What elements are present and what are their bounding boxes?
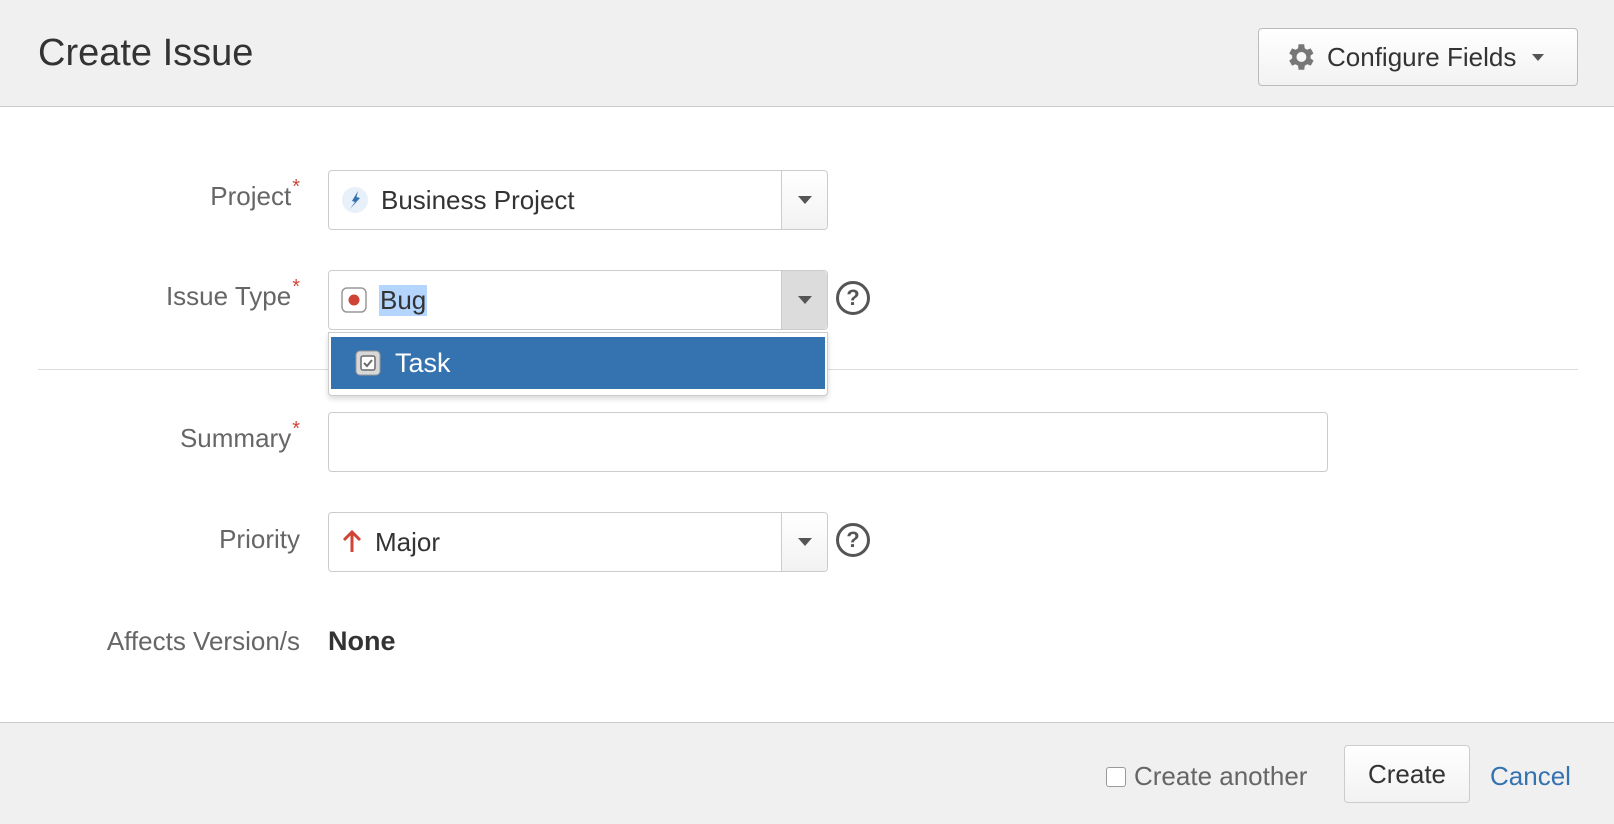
- summary-input[interactable]: [328, 412, 1328, 472]
- arrow-up-icon: [342, 529, 362, 552]
- priority-select[interactable]: Major: [328, 512, 828, 572]
- create-another-label: Create another: [1134, 761, 1308, 791]
- configure-fields-button[interactable]: Configure Fields: [1258, 28, 1578, 86]
- issue-type-select[interactable]: Bug: [328, 270, 828, 330]
- required-marker: *: [292, 176, 300, 198]
- dropdown-option-task[interactable]: Task: [331, 337, 825, 389]
- project-dropdown-button[interactable]: [781, 171, 827, 229]
- project-value: Business Project: [381, 184, 575, 215]
- priority-help-icon[interactable]: ?: [836, 523, 870, 557]
- cancel-link[interactable]: Cancel: [1490, 761, 1571, 792]
- dropdown-option-label: Task: [395, 347, 451, 378]
- rocket-icon: [342, 187, 368, 213]
- priority-dropdown-button[interactable]: [781, 513, 827, 571]
- required-marker: *: [292, 276, 300, 298]
- create-another-checkbox[interactable]: [1106, 766, 1126, 787]
- chevron-down-icon: [797, 538, 812, 546]
- configure-fields-label: Configure Fields: [1327, 41, 1517, 72]
- dialog-footer: Create another Create Cancel: [0, 722, 1614, 824]
- gear-icon: [1289, 44, 1314, 70]
- create-another-option[interactable]: Create another: [1106, 761, 1307, 792]
- bug-icon: [341, 287, 367, 313]
- required-marker: *: [292, 418, 300, 440]
- priority-label: Priority: [219, 524, 300, 554]
- issue-type-dropdown-list: Task: [328, 332, 828, 396]
- affects-versions-value: None: [328, 626, 396, 656]
- project-label: Project*: [210, 176, 300, 211]
- chevron-down-icon: [797, 296, 812, 304]
- issue-type-dropdown-button[interactable]: [781, 271, 827, 329]
- summary-label: Summary*: [179, 418, 300, 453]
- dialog-title: Create Issue: [38, 32, 254, 74]
- priority-value: Major: [375, 526, 441, 557]
- issue-type-label: Issue Type*: [165, 276, 300, 311]
- create-button[interactable]: Create: [1344, 745, 1470, 803]
- chevron-down-icon: [1532, 53, 1545, 61]
- task-icon: [355, 350, 381, 376]
- issue-type-value[interactable]: Bug: [379, 284, 428, 316]
- chevron-down-icon: [797, 196, 812, 204]
- affects-versions-label: Affects Version/s: [106, 626, 300, 656]
- issue-type-help-icon[interactable]: ?: [836, 281, 870, 315]
- project-select[interactable]: Business Project: [328, 170, 828, 230]
- dialog-header: Create Issue Configure Fields: [0, 0, 1614, 107]
